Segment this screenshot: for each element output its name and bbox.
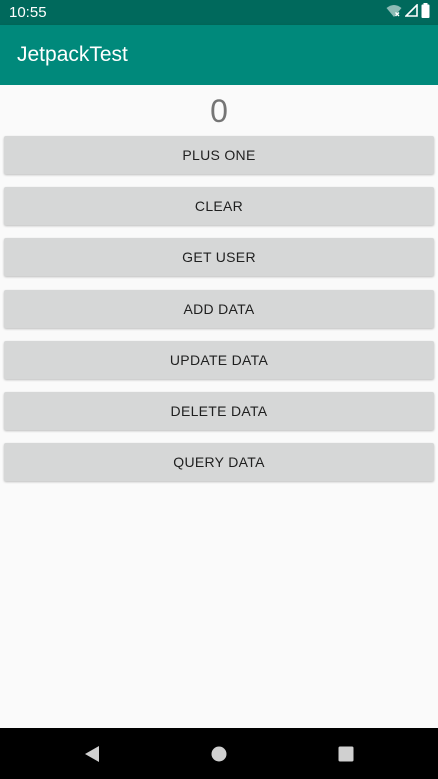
delete-data-button[interactable]: DELETE DATA: [4, 392, 434, 430]
battery-icon: [421, 3, 430, 23]
wifi-icon: [386, 4, 402, 23]
status-icons: [386, 3, 430, 23]
get-user-button[interactable]: GET USER: [4, 238, 434, 276]
status-bar: 10:55: [0, 0, 438, 25]
navigation-bar: [0, 728, 438, 779]
status-time: 10:55: [9, 4, 47, 21]
app-title: JetpackTest: [17, 43, 128, 66]
home-icon[interactable]: [211, 745, 227, 768]
query-data-button[interactable]: QUERY DATA: [4, 443, 434, 481]
back-icon[interactable]: [84, 745, 100, 768]
clear-button[interactable]: CLEAR: [4, 187, 434, 225]
app-bar: JetpackTest: [0, 25, 438, 85]
update-data-button[interactable]: UPDATE DATA: [4, 341, 434, 379]
counter-value: 0: [210, 93, 228, 129]
cell-signal-icon: [404, 3, 418, 22]
add-data-button[interactable]: ADD DATA: [4, 290, 434, 328]
recents-icon[interactable]: [338, 745, 354, 768]
plus-one-button[interactable]: PLUS ONE: [4, 136, 434, 174]
main-content: 0 PLUS ONE CLEAR GET USER ADD DATA UPDAT…: [0, 85, 438, 728]
